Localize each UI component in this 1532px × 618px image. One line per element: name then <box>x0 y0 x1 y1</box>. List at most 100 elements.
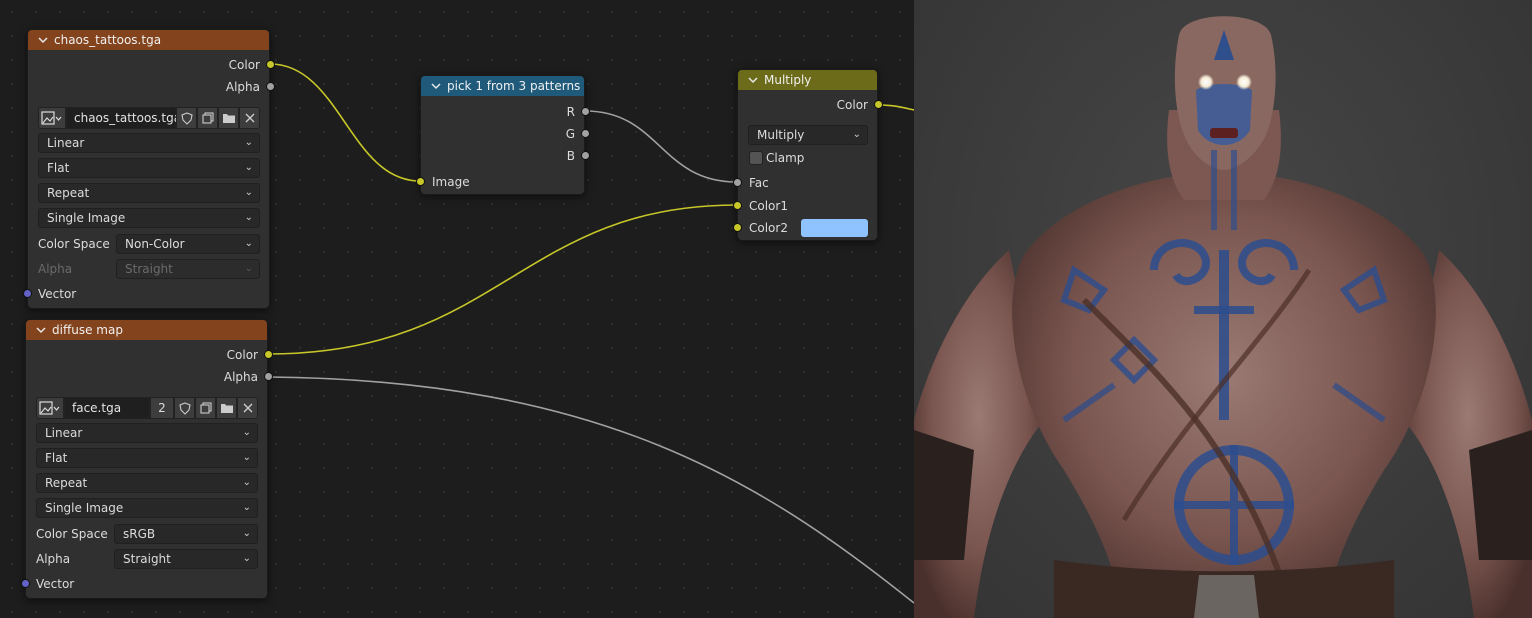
unlink-image-button[interactable] <box>239 107 260 129</box>
image-icon <box>41 111 62 125</box>
node-header[interactable]: Multiply <box>738 70 877 90</box>
chevron-down-icon[interactable] <box>746 73 760 87</box>
interpolation-select[interactable]: Linear ⌄ <box>38 133 260 153</box>
input-fac-socket[interactable] <box>733 178 742 187</box>
output-color-socket[interactable] <box>264 350 273 359</box>
input-image-socket[interactable] <box>416 177 425 186</box>
output-color-socket[interactable] <box>874 100 883 109</box>
interpolation-select[interactable]: Linear ⌄ <box>36 423 258 443</box>
image-browse-button[interactable] <box>36 397 64 419</box>
output-alpha-socket[interactable] <box>264 372 273 381</box>
input-color2-label: Color2 <box>749 221 788 235</box>
duplicate-icon <box>201 112 214 124</box>
close-icon <box>245 113 254 123</box>
interpolation-value: Linear <box>45 426 83 440</box>
image-selector[interactable]: face.tga 2 <box>36 397 258 419</box>
output-color-label: Color <box>226 348 258 362</box>
output-color-socket[interactable] <box>266 60 275 69</box>
chevron-down-icon: ⌄ <box>244 238 253 249</box>
source-select[interactable]: Single Image ⌄ <box>36 498 258 518</box>
color-space-select[interactable]: Non-Color ⌄ <box>116 234 260 254</box>
input-vector-label: Vector <box>38 287 77 301</box>
group-node-patterns[interactable]: pick 1 from 3 patterns R G B Image <box>416 75 590 195</box>
projection-select[interactable]: Flat ⌄ <box>38 158 260 178</box>
image-selector[interactable]: chaos_tattoos.tga <box>38 107 260 129</box>
projection-select[interactable]: Flat ⌄ <box>36 448 258 468</box>
color-space-value: sRGB <box>123 527 156 541</box>
chevron-down-icon: ⌄ <box>244 212 253 223</box>
mix-node-multiply[interactable]: Multiply Color Multiply ⌄ Clamp Fac Color… <box>733 69 883 241</box>
chevron-down-icon[interactable] <box>34 323 48 337</box>
alpha-mode-label: Alpha <box>36 552 71 566</box>
color-space-label: Color Space <box>38 237 110 251</box>
link-tattoo-color-to-image <box>269 63 421 182</box>
chevron-down-icon: ⌄ <box>244 187 253 198</box>
chevron-down-icon: ⌄ <box>244 137 253 148</box>
fake-user-button[interactable] <box>174 397 195 419</box>
output-color-label: Color <box>836 98 868 112</box>
image-name-field[interactable]: face.tga <box>64 397 150 419</box>
output-alpha-row: Alpha <box>26 368 258 386</box>
chevron-down-icon[interactable] <box>429 79 443 93</box>
node-header[interactable]: diffuse map <box>26 320 267 340</box>
input-color1-socket[interactable] <box>733 201 742 210</box>
link-diffuse-color-to-color1 <box>267 204 738 355</box>
color2-swatch[interactable] <box>801 219 868 237</box>
extension-select[interactable]: Repeat ⌄ <box>38 183 260 203</box>
clamp-label: Clamp <box>766 151 805 165</box>
alpha-mode-value: Straight <box>123 552 171 566</box>
output-b-socket[interactable] <box>581 151 590 160</box>
node-title: pick 1 from 3 patterns <box>447 79 581 93</box>
color-space-select[interactable]: sRGB ⌄ <box>114 524 258 544</box>
folder-icon <box>222 114 235 123</box>
node-header[interactable]: chaos_tattoos.tga <box>28 30 269 50</box>
source-value: Single Image <box>45 501 124 515</box>
output-b-label: B <box>566 149 575 163</box>
open-image-button[interactable] <box>216 397 237 419</box>
source-select[interactable]: Single Image ⌄ <box>38 208 260 228</box>
clamp-checkbox[interactable] <box>749 151 763 165</box>
link-r-to-fac <box>584 110 738 183</box>
image-name-field[interactable]: chaos_tattoos.tga <box>66 107 181 129</box>
alpha-mode-value: Straight <box>125 262 173 276</box>
output-r-socket[interactable] <box>581 107 590 116</box>
image-browse-button[interactable] <box>38 107 66 129</box>
chevron-down-icon: ⌄ <box>242 528 251 539</box>
input-fac-label: Fac <box>749 176 769 190</box>
input-vector-socket[interactable] <box>21 579 30 588</box>
source-value: Single Image <box>47 211 126 225</box>
alpha-mode-select: Straight ⌄ <box>116 259 260 279</box>
3d-viewport[interactable] <box>914 0 1532 618</box>
image-icon <box>39 401 60 415</box>
output-g-socket[interactable] <box>581 129 590 138</box>
node-header[interactable]: pick 1 from 3 patterns <box>421 76 584 96</box>
node-editor[interactable]: chaos_tattoos.tga Color Alpha chaos_tatt… <box>0 0 914 618</box>
output-color-label: Color <box>228 58 260 72</box>
input-color2-socket[interactable] <box>733 223 742 232</box>
image-users-count[interactable]: 2 <box>150 397 174 419</box>
unlink-image-button[interactable] <box>237 397 258 419</box>
duplicate-image-button[interactable] <box>195 397 216 419</box>
image-texture-node-tattoos[interactable]: chaos_tattoos.tga Color Alpha chaos_tatt… <box>23 29 275 309</box>
fake-user-button[interactable] <box>176 107 197 129</box>
image-texture-node-diffuse[interactable]: diffuse map Color Alpha face.tga 2 Linea… <box>21 319 273 599</box>
chevron-down-icon: ⌄ <box>244 263 253 274</box>
folder-icon <box>220 404 233 413</box>
node-title: chaos_tattoos.tga <box>54 33 162 47</box>
chevron-down-icon[interactable] <box>36 33 50 47</box>
extension-select[interactable]: Repeat ⌄ <box>36 473 258 493</box>
interpolation-value: Linear <box>47 136 85 150</box>
chevron-down-icon: ⌄ <box>242 502 251 513</box>
link-diffuse-alpha-out <box>267 376 914 604</box>
color-space-value: Non-Color <box>125 237 185 251</box>
output-alpha-socket[interactable] <box>266 82 275 91</box>
input-vector-socket[interactable] <box>23 289 32 298</box>
alpha-mode-select[interactable]: Straight ⌄ <box>114 549 258 569</box>
duplicate-image-button[interactable] <box>197 107 218 129</box>
chevron-down-icon: ⌄ <box>242 477 251 488</box>
blend-mode-select[interactable]: Multiply ⌄ <box>748 125 868 145</box>
extension-value: Repeat <box>47 186 90 200</box>
input-image-label: Image <box>432 175 470 189</box>
extension-value: Repeat <box>45 476 88 490</box>
open-image-button[interactable] <box>218 107 239 129</box>
